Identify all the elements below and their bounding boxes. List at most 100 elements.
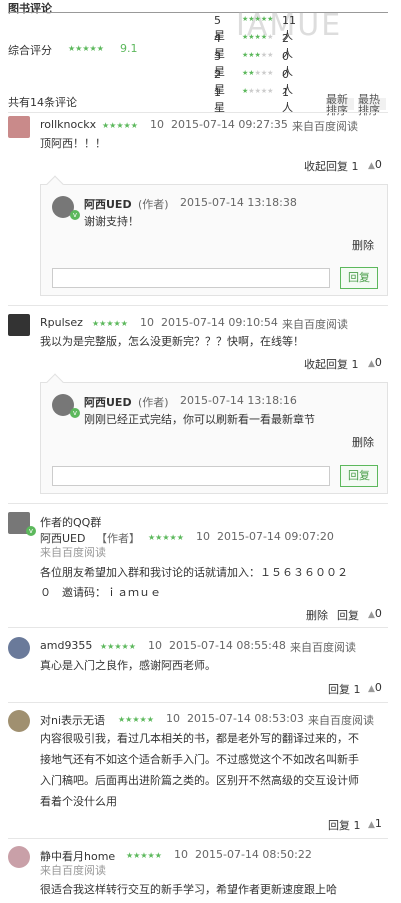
like-count: 0 xyxy=(374,681,382,694)
comment-rating: 10 xyxy=(166,712,180,725)
collapse-reply-label: 收起回复 xyxy=(304,160,348,173)
avatar[interactable] xyxy=(8,710,30,732)
comment-text-line: 看着个没什么用 xyxy=(40,795,117,808)
rating-row-stars: ★★★★★ xyxy=(242,33,274,41)
like-button[interactable]: ▲0 xyxy=(368,356,382,369)
avatar[interactable] xyxy=(8,314,30,336)
verified-icon: v xyxy=(70,210,80,220)
comment-text-line: 内容很吸引我，看过几本相关的书，都是老外写的翻译过来的，不 xyxy=(40,732,359,745)
reply-time: 2015-07-14 13:18:16 xyxy=(180,394,297,407)
comment-user[interactable]: rollknockx xyxy=(40,118,96,131)
reply-submit-button[interactable]: 回复 xyxy=(340,267,378,289)
reply-count: 1 xyxy=(351,160,359,173)
comment-rating: 10 xyxy=(196,530,210,543)
reply-label: 回复 xyxy=(328,683,350,696)
sort-latest-label: 最新 排序 xyxy=(326,93,348,117)
reply-user[interactable]: 阿西UED xyxy=(84,196,132,212)
comment-text-line: ０ 邀请码：ｉａｍｕｅ xyxy=(40,586,161,599)
reply-caret xyxy=(46,373,64,391)
thumbs-up-icon: ▲ xyxy=(368,161,375,171)
comment-user[interactable]: amd9355 xyxy=(40,639,92,652)
comment-text: 我以为是完整版，怎么没更新完？？？快啊，在线等！ xyxy=(40,335,304,348)
comment-stars: ★★★★★ xyxy=(148,533,184,542)
reply-text: 谢谢支持！ xyxy=(84,215,139,228)
comment-source: 来自百度阅读 xyxy=(290,641,356,654)
sort-hot-label: 最热 排序 xyxy=(358,93,380,117)
divider xyxy=(8,305,388,306)
reply-input[interactable] xyxy=(52,466,330,486)
thumbs-up-icon: ▲ xyxy=(368,684,375,694)
comment-title: 作者的QQ群 xyxy=(40,516,102,529)
like-count: 1 xyxy=(374,817,382,830)
comment-time: 2015-07-14 09:07:20 xyxy=(217,530,334,543)
delete-link[interactable]: 删除 xyxy=(306,607,328,623)
divider xyxy=(8,503,388,504)
collapse-reply-link[interactable]: 收起回复 1 xyxy=(304,356,359,372)
comment-stars: ★★★★★ xyxy=(118,715,154,724)
reply-submit-button[interactable]: 回复 xyxy=(340,465,378,487)
comment-time: 2015-07-14 09:10:54 xyxy=(161,316,278,329)
comment-time: 2015-07-14 08:50:22 xyxy=(195,848,312,861)
comment-source: 来自百度阅读 xyxy=(282,318,348,331)
comment-stars: ★★★★★ xyxy=(126,851,162,860)
reply-link[interactable]: 回复 1 xyxy=(328,817,361,833)
comment-time: 2015-07-14 09:27:35 xyxy=(171,118,288,131)
reply-time: 2015-07-14 13:18:38 xyxy=(180,196,297,209)
comment-text-line: 各位朋友希望加入群和我讨论的话就请加入：１５６３６００２ xyxy=(40,566,348,579)
section-title: 图书评论 xyxy=(8,2,52,15)
verified-icon: v xyxy=(70,408,80,418)
comment-source: 来自百度阅读 xyxy=(40,546,106,559)
thumbs-up-icon: ▲ xyxy=(368,359,375,369)
like-button[interactable]: ▲0 xyxy=(368,681,382,694)
like-button[interactable]: ▲0 xyxy=(368,607,382,620)
comment-rating: 10 xyxy=(140,316,154,329)
delete-link[interactable]: 删除 xyxy=(352,434,374,450)
like-count: 0 xyxy=(374,607,382,620)
collapse-reply-label: 收起回复 xyxy=(304,358,348,371)
comment-time: 2015-07-14 08:55:48 xyxy=(169,639,286,652)
rating-row-count: 1人 xyxy=(282,86,293,114)
author-tag: (作者) xyxy=(138,198,169,211)
reply-count: 1 xyxy=(353,819,361,832)
comment-text: 很适合我这样转行交互的新手学习，希望作者更新速度跟上哈 xyxy=(40,883,337,896)
divider xyxy=(8,627,388,628)
avatar[interactable] xyxy=(8,846,30,868)
author-tag: (作者) xyxy=(138,396,169,409)
comment-stars: ★★★★★ xyxy=(102,121,138,130)
comment-stars: ★★★★★ xyxy=(100,642,136,651)
rating-row-stars: ★★★★★ xyxy=(242,69,274,77)
comment-rating: 10 xyxy=(174,848,188,861)
overall-stars: ★★★★★ xyxy=(68,44,104,53)
comment-rating: 10 xyxy=(148,639,162,652)
overall-score: 9.1 xyxy=(120,42,138,55)
thumbs-up-icon: ▲ xyxy=(368,820,375,830)
reply-count: 1 xyxy=(351,358,359,371)
avatar[interactable] xyxy=(8,116,30,138)
reply-link[interactable]: 回复 xyxy=(337,607,359,623)
comment-source: 来自百度阅读 xyxy=(308,714,374,727)
reply-user[interactable]: 阿西UED xyxy=(84,394,132,410)
comment-text-line: 入门稿吧。后面再出进阶篇之类的。区别开不然高级的交互设计师 xyxy=(40,774,359,787)
comment-time: 2015-07-14 08:53:03 xyxy=(187,712,304,725)
rating-row-label: 1星 xyxy=(214,86,225,114)
divider xyxy=(8,702,388,703)
overall-label: 综合评分 xyxy=(8,44,52,57)
reply-caret xyxy=(46,175,64,193)
rating-row-stars: ★★★★★ xyxy=(242,87,274,95)
comment-text: 真心是入门之良作，感谢阿西老师。 xyxy=(40,659,216,672)
rating-row-stars: ★★★★★ xyxy=(242,15,274,23)
collapse-reply-link[interactable]: 收起回复 1 xyxy=(304,158,359,174)
reply-link[interactable]: 回复 1 xyxy=(328,681,361,697)
divider xyxy=(8,112,388,113)
like-count: 0 xyxy=(374,356,382,369)
like-button[interactable]: ▲0 xyxy=(368,158,382,171)
total-comments: 共有14条评论 xyxy=(8,96,77,109)
reply-input[interactable] xyxy=(52,268,330,288)
avatar[interactable] xyxy=(8,637,30,659)
comment-source: 来自百度阅读 xyxy=(292,120,358,133)
reply-count: 1 xyxy=(353,683,361,696)
like-button[interactable]: ▲1 xyxy=(368,817,382,830)
comment-user[interactable]: Rpulsez xyxy=(40,316,83,329)
comment-user[interactable]: 对ni表示无语 xyxy=(40,712,105,728)
delete-link[interactable]: 删除 xyxy=(352,237,374,253)
